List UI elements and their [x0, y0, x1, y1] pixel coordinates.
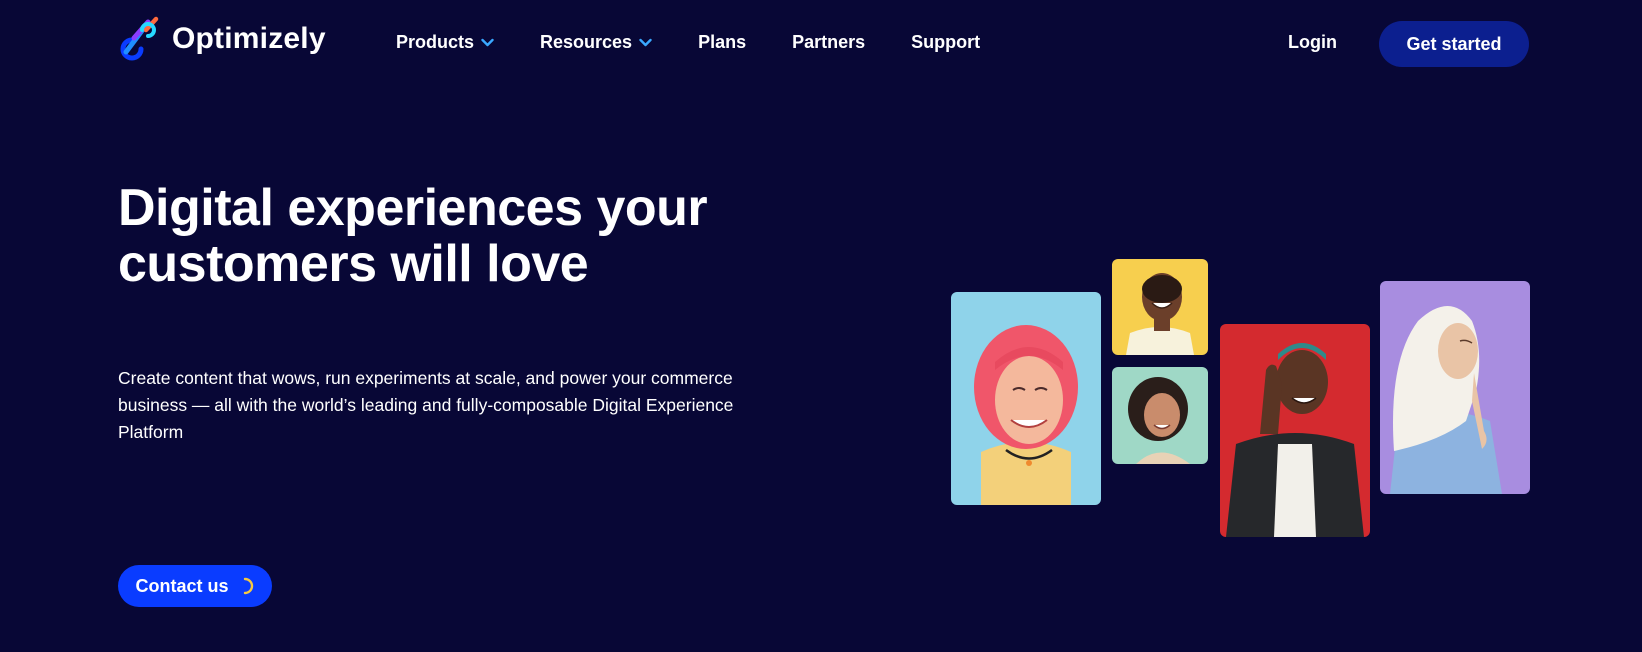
top-navigation: Optimizely Products Resources Plans Part… [0, 0, 1642, 88]
hero-title-line-1: Digital experiences your [118, 179, 708, 237]
hero-description: Create content that wows, run experiment… [118, 368, 734, 442]
photo-woman-curly-hair [1112, 367, 1208, 464]
nav-item-label: Support [911, 32, 981, 52]
contact-us-label: Contact us [135, 575, 229, 596]
hero-title-line-2: customers will love [118, 235, 589, 293]
nav-item-products[interactable]: Products [396, 32, 494, 53]
nav-item-label: Partners [792, 32, 866, 52]
nav-item-label: Resources [540, 32, 633, 52]
nav-item-label: Plans [698, 32, 747, 52]
chevron-down-icon [481, 38, 494, 47]
main-menu: Products Resources Plans Partners Suppor… [396, 32, 1026, 53]
nav-item-resources[interactable]: Resources [540, 32, 652, 53]
photo-man-laughing-yellow [1112, 259, 1208, 355]
photo-man-red-background [1220, 324, 1370, 537]
nav-item-label: Products [396, 32, 475, 52]
nav-item-partners[interactable]: Partners [792, 32, 865, 53]
brand-name: Optimizely [172, 22, 326, 55]
nav-item-support[interactable]: Support [911, 32, 980, 53]
hero-title: Digital experiences your customers will … [118, 180, 818, 292]
loading-spinner-icon [243, 577, 253, 595]
photo-woman-hijab [1380, 281, 1530, 494]
contact-us-button[interactable]: Contact us [118, 565, 272, 607]
login-link[interactable]: Login [1288, 32, 1337, 53]
get-started-button[interactable]: Get started [1379, 21, 1529, 67]
optimizely-logo[interactable]: Optimizely [118, 16, 326, 62]
photo-woman-pink-hair [951, 292, 1101, 505]
page: Optimizely Products Resources Plans Part… [0, 0, 1642, 652]
chevron-down-icon [639, 38, 652, 47]
nav-item-plans[interactable]: Plans [698, 32, 746, 53]
optimizely-logo-icon [120, 16, 159, 61]
